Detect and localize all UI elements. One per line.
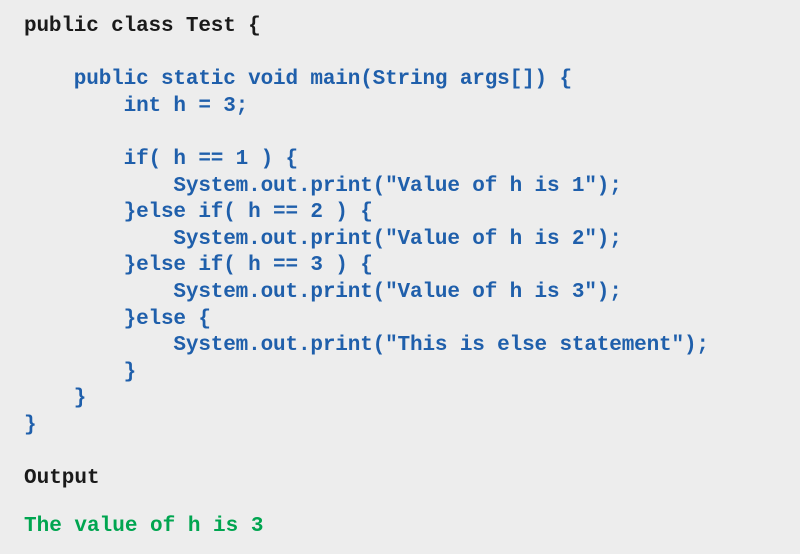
code-line: System.out.print("Value of h is 1"); xyxy=(24,174,622,198)
code-line: int h = 3; xyxy=(24,94,249,118)
output-result-text: The value of h is 3 xyxy=(24,515,264,539)
code-line: public static void main(String args[]) { xyxy=(24,68,572,92)
code-snippet-page: public class Test { public static void m… xyxy=(0,0,800,554)
code-line: }else { xyxy=(24,307,211,331)
code-line: } xyxy=(24,360,137,384)
code-line: } xyxy=(24,413,37,437)
code-line: System.out.print("Value of h is 3"); xyxy=(24,280,622,304)
output-spacer xyxy=(24,492,800,514)
code-line: System.out.print("This is else statement… xyxy=(24,334,709,358)
code-line: }else if( h == 2 ) { xyxy=(24,201,373,225)
code-line: } xyxy=(24,387,87,411)
output-heading: Output xyxy=(24,466,100,490)
code-line: System.out.print("Value of h is 2"); xyxy=(24,227,622,251)
code-line: if( h == 1 ) { xyxy=(24,147,298,171)
java-code-block: public class Test { public static void m… xyxy=(24,14,800,440)
code-line: public class Test { xyxy=(24,15,261,38)
code-line: }else if( h == 3 ) { xyxy=(24,254,373,278)
